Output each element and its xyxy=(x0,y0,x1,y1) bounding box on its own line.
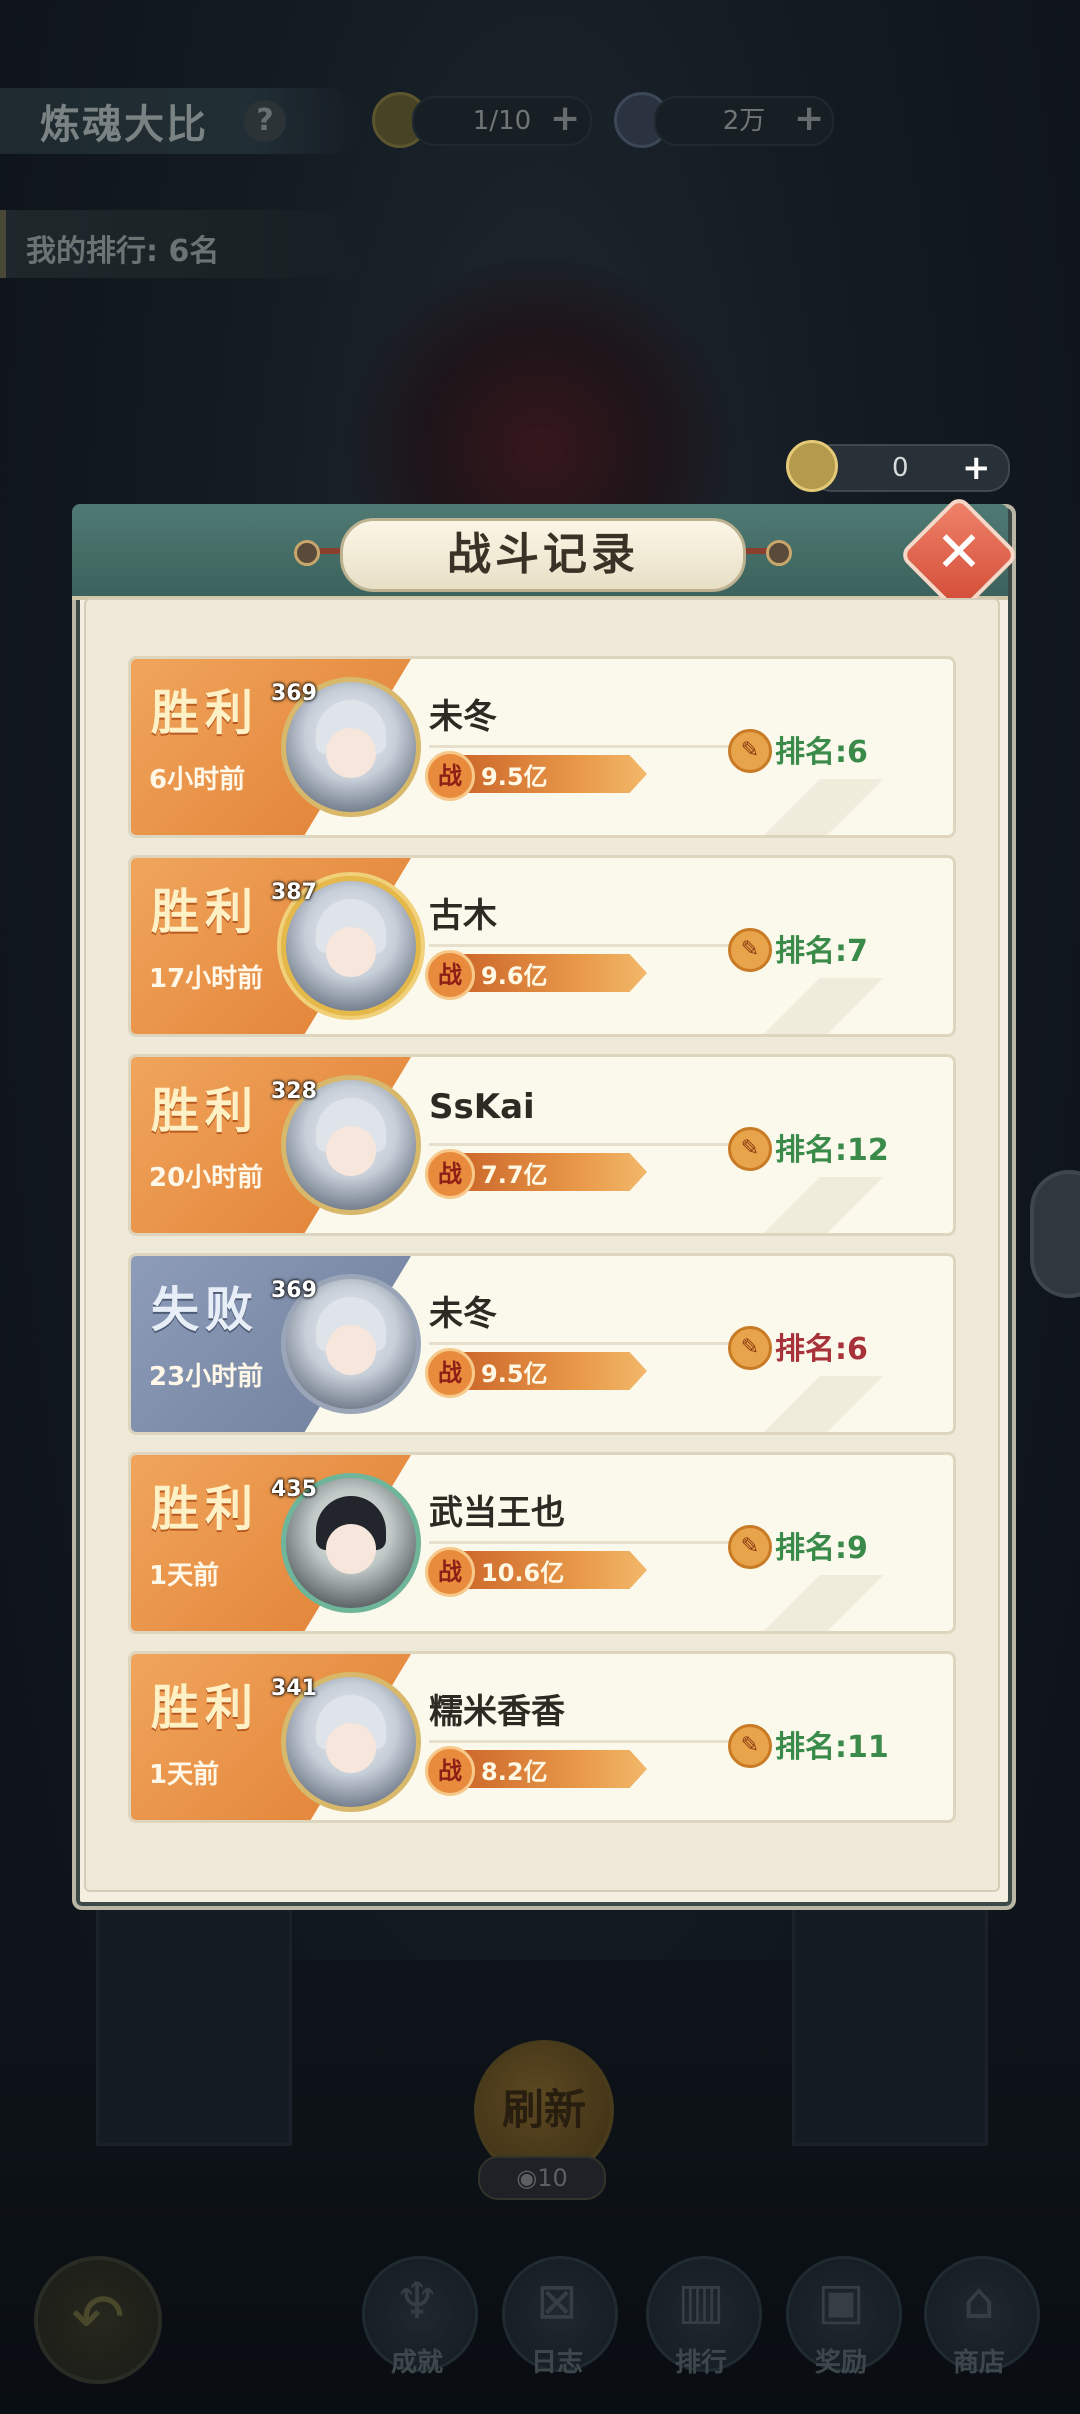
rank-medal-icon: ✎ xyxy=(728,1724,772,1768)
knot-decoration xyxy=(766,540,792,566)
result-label: 胜利 xyxy=(151,1680,260,1736)
divider xyxy=(429,1541,729,1544)
player-name: 古木 xyxy=(429,896,497,936)
player-name: 未冬 xyxy=(429,1294,497,1334)
battle-power-icon: 战 xyxy=(425,1746,475,1796)
rank-text: 排名:11 xyxy=(775,1730,889,1765)
rank-text: 排名:12 xyxy=(775,1133,889,1168)
record-time: 20小时前 xyxy=(149,1163,264,1193)
battle-power-icon: 战 xyxy=(425,1348,475,1398)
divider xyxy=(429,944,729,947)
divider xyxy=(429,1740,729,1743)
wave-decoration xyxy=(691,1376,953,1432)
result-label: 胜利 xyxy=(151,1083,260,1139)
player-level: 369 xyxy=(271,681,317,706)
record-time: 6小时前 xyxy=(149,765,246,795)
record-row[interactable]: 失败 23小时前 369 未冬 战 9.5亿 ✎ 排名:6 xyxy=(128,1253,956,1435)
player-name: 糯米香香 xyxy=(429,1692,565,1732)
close-x-icon[interactable]: ✕ xyxy=(916,510,1002,596)
player-level: 328 xyxy=(271,1079,317,1104)
rank-text: 排名:7 xyxy=(775,934,868,969)
player-level: 341 xyxy=(271,1676,317,1701)
battle-power-icon: 战 xyxy=(425,1149,475,1199)
divider xyxy=(429,1143,729,1146)
result-label: 胜利 xyxy=(151,884,260,940)
dialog-title: 战斗记录 xyxy=(340,518,746,592)
battle-power-value: 9.6亿 xyxy=(481,962,548,990)
battle-power-icon: 战 xyxy=(425,751,475,801)
record-row[interactable]: 胜利 1天前 341 糯米香香 战 8.2亿 ✎ 排名:11 xyxy=(128,1651,956,1823)
battle-power-value: 8.2亿 xyxy=(481,1758,548,1786)
knot-decoration xyxy=(294,540,320,566)
player-name: 武当王也 xyxy=(429,1493,565,1533)
result-label: 胜利 xyxy=(151,1481,260,1537)
ticket-icon xyxy=(786,440,838,492)
result-label: 失败 xyxy=(151,1282,260,1338)
battle-power-value: 7.7亿 xyxy=(481,1161,548,1189)
rank-medal-icon: ✎ xyxy=(728,1326,772,1370)
rank-medal-icon: ✎ xyxy=(728,729,772,773)
battle-power-value: 9.5亿 xyxy=(481,763,548,791)
rank-medal-icon: ✎ xyxy=(728,928,772,972)
add-ticket-plus-icon[interactable]: + xyxy=(962,446,991,490)
rank-text: 排名:6 xyxy=(775,735,868,770)
rank-text: 排名:6 xyxy=(775,1332,868,1367)
record-time: 1天前 xyxy=(149,1561,220,1591)
record-row[interactable]: 胜利 17小时前 387 古木 战 9.6亿 ✎ 排名:7 xyxy=(128,855,956,1037)
record-row[interactable]: 胜利 6小时前 369 未冬 战 9.5亿 ✎ 排名:6 xyxy=(128,656,956,838)
wave-decoration xyxy=(691,1575,953,1631)
ticket-count: 0 xyxy=(892,453,909,483)
rank-text: 排名:9 xyxy=(775,1531,868,1566)
result-label: 胜利 xyxy=(151,685,260,741)
rank-medal-icon: ✎ xyxy=(728,1525,772,1569)
divider xyxy=(429,1342,729,1345)
player-level: 369 xyxy=(271,1278,317,1303)
ticket-count-pill: 0 + xyxy=(810,444,1010,492)
wave-decoration xyxy=(691,1177,953,1233)
player-level: 435 xyxy=(271,1477,317,1502)
record-time: 1天前 xyxy=(149,1760,220,1790)
record-time: 17小时前 xyxy=(149,964,264,994)
battle-power-icon: 战 xyxy=(425,1547,475,1597)
record-row[interactable]: 胜利 1天前 435 武当王也 战 10.6亿 ✎ 排名:9 xyxy=(128,1452,956,1634)
wave-decoration xyxy=(691,978,953,1034)
rank-medal-icon: ✎ xyxy=(728,1127,772,1171)
player-name: SsKai xyxy=(429,1087,535,1127)
player-level: 387 xyxy=(271,880,317,905)
divider xyxy=(429,745,729,748)
wave-decoration xyxy=(691,779,953,835)
battle-power-value: 9.5亿 xyxy=(481,1360,548,1388)
record-row[interactable]: 胜利 20小时前 328 SsKai 战 7.7亿 ✎ 排名:12 xyxy=(128,1054,956,1236)
battle-power-value: 10.6亿 xyxy=(481,1559,565,1587)
record-time: 23小时前 xyxy=(149,1362,264,1392)
player-name: 未冬 xyxy=(429,697,497,737)
battle-power-icon: 战 xyxy=(425,950,475,1000)
